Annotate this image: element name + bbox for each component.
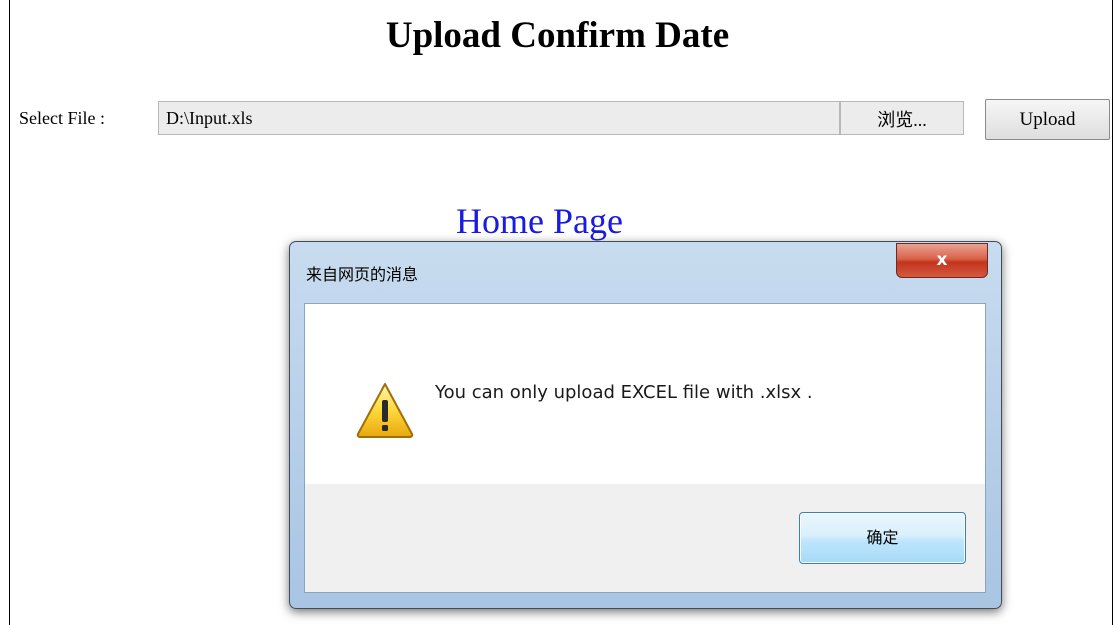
dialog-title: 来自网页的消息 — [306, 265, 419, 284]
select-file-label: Select File : — [19, 108, 105, 128]
warning-icon — [356, 383, 414, 438]
message-dialog: 来自网页的消息 x You can only upload EXCEL file… — [289, 241, 1002, 609]
close-button[interactable]: x — [896, 243, 988, 278]
dialog-body: You can only upload EXCEL file with .xls… — [304, 303, 986, 593]
upload-button[interactable]: Upload — [985, 99, 1110, 140]
dialog-message: You can only upload EXCEL file with .xls… — [435, 382, 813, 403]
browse-button[interactable]: 浏览... — [840, 101, 964, 135]
page-title: Upload Confirm Date — [385, 15, 730, 56]
home-page-link[interactable]: Home Page — [456, 200, 623, 242]
ok-button[interactable]: 确定 — [799, 512, 966, 564]
close-icon: x — [936, 250, 948, 270]
file-path-input[interactable]: D:\Input.xls — [158, 101, 840, 135]
